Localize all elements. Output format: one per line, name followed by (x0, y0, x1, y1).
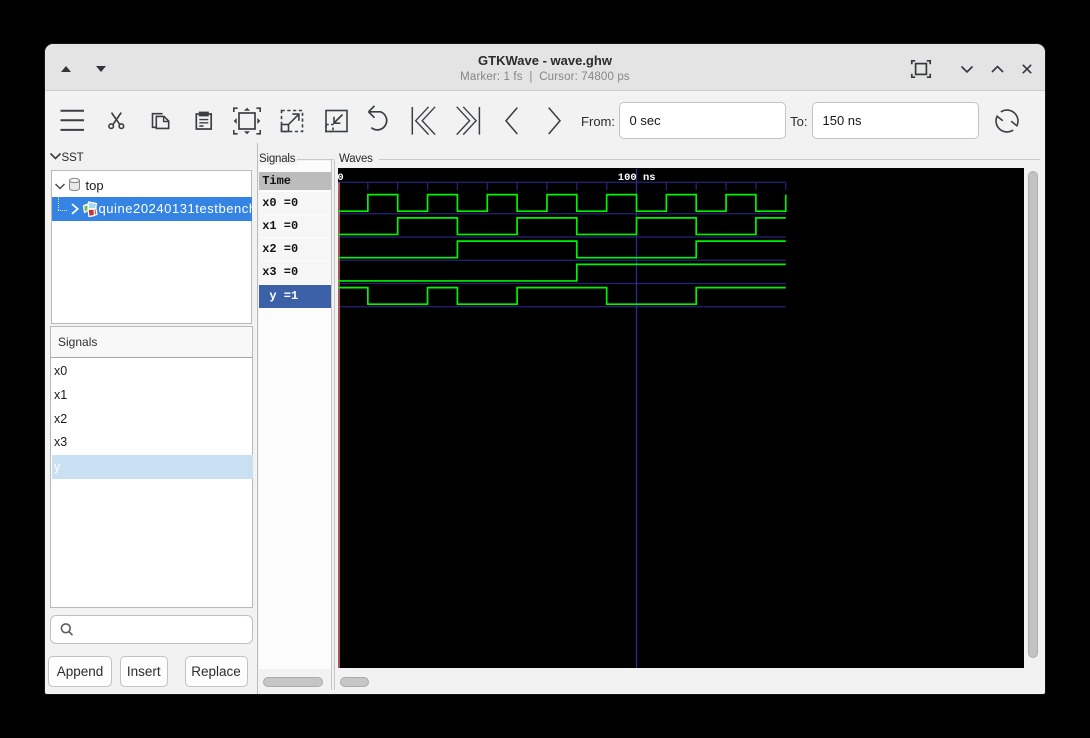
svg-text:0: 0 (338, 172, 344, 184)
svg-text:100 ns: 100 ns (618, 172, 656, 184)
